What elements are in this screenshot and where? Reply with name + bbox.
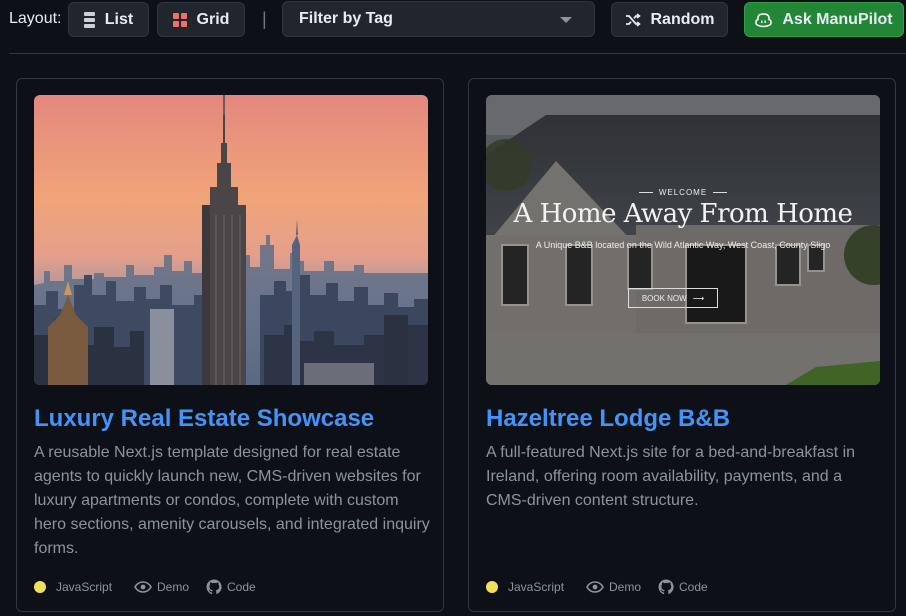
layout-label: Layout:: [9, 10, 62, 27]
project-meta: JavaScript Demo Code: [486, 579, 876, 595]
book-now-label: BOOK NOW: [641, 293, 687, 303]
project-description: A reusable Next.js template designed for…: [34, 444, 430, 557]
list-layout-button[interactable]: List: [68, 2, 149, 37]
project-thumbnail-lodge[interactable]: WELCOME A Home Away From Home A Unique B…: [486, 95, 880, 385]
thumbnail-book-now: BOOK NOW ⟶: [628, 288, 718, 308]
random-button[interactable]: Random: [611, 2, 728, 37]
language-color-dot: [486, 581, 498, 593]
ask-manupilot-button[interactable]: Ask ManuPilot: [744, 2, 904, 37]
language-label: JavaScript: [56, 580, 113, 594]
thumbnail-subline: A Unique B&B located on the Wild Atlanti…: [535, 240, 831, 250]
arrow-right-icon: ⟶: [692, 293, 705, 303]
tag-filter-select[interactable]: Filter by Tag: [282, 1, 595, 37]
language-label: JavaScript: [508, 580, 565, 594]
code-label: Code: [679, 580, 708, 594]
grid-icon: [172, 12, 187, 27]
toolbar: Layout: List Grid | Filter by Tag Random…: [0, 0, 906, 40]
code-link[interactable]: Code: [206, 579, 256, 595]
demo-label: Demo: [609, 580, 642, 594]
grid-button-label: Grid: [196, 10, 230, 28]
tag-filter-label: Filter by Tag: [299, 10, 393, 27]
thumbnail-welcome-text: WELCOME: [486, 188, 880, 197]
chevron-down-icon: [560, 17, 572, 23]
language-color-dot: [34, 581, 46, 593]
cityscape-image: [34, 95, 428, 385]
project-card: Luxury Real Estate Showcase A reusable N…: [16, 78, 444, 612]
list-icon: [83, 11, 95, 28]
eye-icon: [134, 581, 152, 593]
demo-link[interactable]: Demo: [134, 580, 206, 594]
project-title[interactable]: Luxury Real Estate Showcase: [34, 405, 374, 433]
thumbnail-headline: A Home Away From Home: [513, 199, 853, 229]
language-tag: JavaScript: [34, 580, 134, 594]
toolbar-separator: |: [262, 9, 267, 29]
grid-layout-button[interactable]: Grid: [157, 2, 245, 37]
project-description: A full-featured Next.js site for a bed-a…: [486, 444, 856, 509]
code-label: Code: [227, 580, 256, 594]
copilot-icon: [755, 12, 773, 27]
project-meta: JavaScript Demo Code: [34, 579, 424, 595]
demo-link[interactable]: Demo: [586, 580, 658, 594]
github-icon: [206, 579, 222, 595]
ask-button-label: Ask ManuPilot: [782, 10, 893, 28]
language-tag: JavaScript: [486, 580, 586, 594]
demo-label: Demo: [157, 580, 190, 594]
eye-icon: [586, 581, 604, 593]
project-thumbnail-cityscape[interactable]: [34, 95, 428, 385]
github-icon: [658, 579, 674, 595]
shuffle-icon: [625, 12, 641, 27]
project-title[interactable]: Hazeltree Lodge B&B: [486, 405, 730, 433]
random-button-label: Random: [650, 10, 715, 28]
list-button-label: List: [104, 10, 134, 28]
toolbar-divider: [9, 53, 906, 54]
code-link[interactable]: Code: [658, 579, 708, 595]
project-card: WELCOME A Home Away From Home A Unique B…: [468, 78, 896, 612]
